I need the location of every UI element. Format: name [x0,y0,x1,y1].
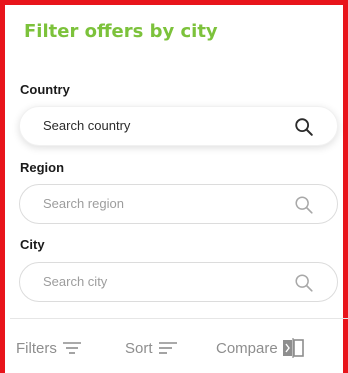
sort-lines-icon [158,342,177,354]
region-search-placeholder: Search region [43,196,124,211]
city-search-field[interactable]: Search city [19,262,338,302]
filters-button[interactable]: Filters [16,338,83,358]
filter-lines-icon [62,342,81,354]
region-label: Region [20,160,65,175]
country-search-placeholder: Search country [43,118,131,133]
compare-label: Compare [216,339,278,357]
search-icon[interactable] [293,194,315,216]
filters-label: Filters [16,339,57,357]
sort-button[interactable]: Sort [125,338,179,358]
panel-title: Filter offers by city [24,21,218,42]
bottom-divider [10,318,348,319]
sort-label: Sort [125,339,153,357]
region-search-field[interactable]: Search region [19,184,338,224]
compare-button[interactable]: Compare [216,338,304,358]
search-icon[interactable] [293,272,315,294]
country-search-field[interactable]: Search country [19,106,338,146]
city-label: City [20,237,45,252]
country-label: Country [20,82,70,97]
search-icon[interactable] [293,116,315,138]
city-search-placeholder: Search city [43,274,108,289]
compare-icon [282,338,304,358]
